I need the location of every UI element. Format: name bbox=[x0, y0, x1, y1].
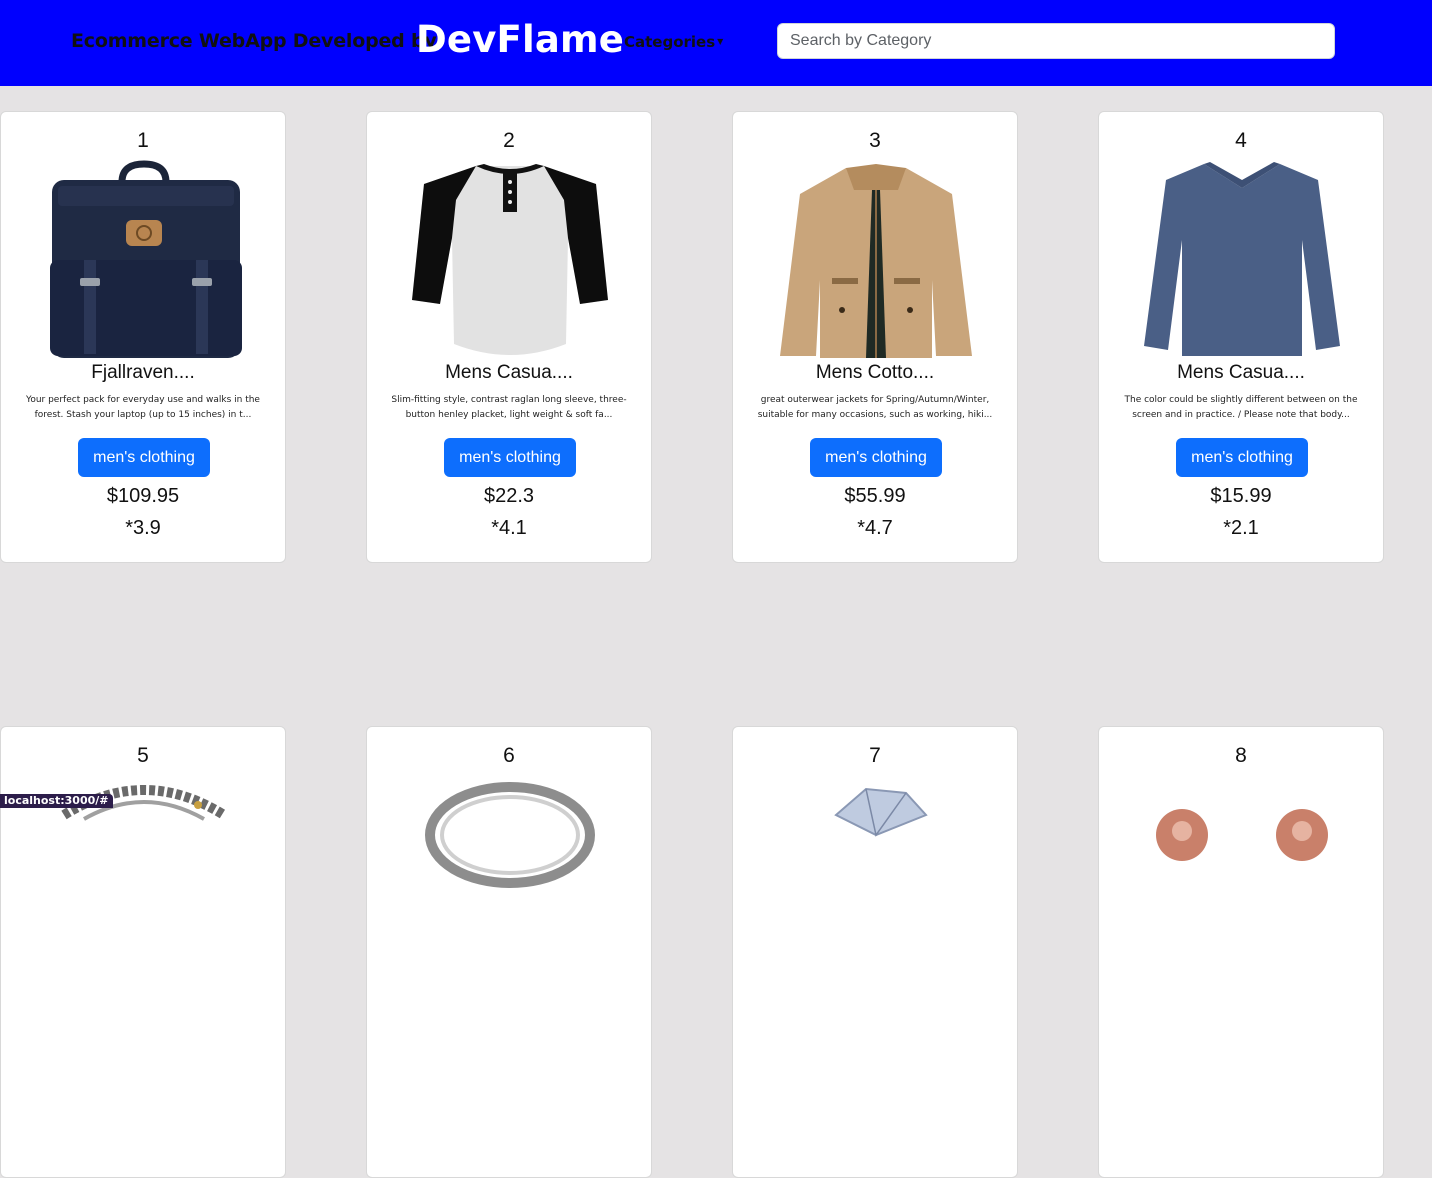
category-button[interactable]: men's clothing bbox=[810, 438, 942, 477]
ring-image bbox=[425, 782, 595, 888]
diamond-ring-image bbox=[834, 787, 928, 837]
product-rating: *2.1 bbox=[1223, 517, 1259, 539]
caret-down-icon: ▼ bbox=[717, 37, 724, 46]
product-title[interactable]: Mens Casua.... bbox=[1099, 362, 1383, 384]
product-description: great outerwear jackets for Spring/Autum… bbox=[757, 395, 993, 420]
search-input[interactable] bbox=[777, 23, 1335, 59]
product-card: 1 Fjallraven.... Your perfect pack for e… bbox=[0, 111, 286, 563]
product-rating: *4.1 bbox=[491, 517, 527, 539]
product-index: 7 bbox=[869, 744, 881, 767]
navbar: Ecommerce WebApp Developed by DevFlame C… bbox=[0, 0, 1432, 86]
product-card: 8 bbox=[1098, 726, 1384, 1178]
backpack-image bbox=[50, 160, 242, 358]
categories-label: Categories bbox=[624, 33, 716, 51]
earrings-image bbox=[1156, 809, 1328, 861]
product-price: $55.99 bbox=[844, 485, 906, 507]
product-card: 2 Mens Casua.... Slim-fitting style, con… bbox=[366, 111, 652, 563]
product-price: $109.95 bbox=[106, 485, 180, 507]
product-price: $15.99 bbox=[1210, 485, 1272, 507]
category-button[interactable]: men's clothing bbox=[1176, 438, 1308, 477]
brand-prefix: Ecommerce WebApp Developed by bbox=[71, 30, 437, 52]
product-index: 3 bbox=[869, 129, 881, 152]
product-title[interactable]: Mens Cotto.... bbox=[733, 362, 1017, 384]
product-description: The color could be slightly different be… bbox=[1124, 395, 1358, 420]
status-bar-url: localhost:3000/# bbox=[0, 794, 114, 808]
product-index: 4 bbox=[1235, 129, 1247, 152]
categories-dropdown[interactable]: Categories ▼ bbox=[624, 33, 723, 51]
product-title[interactable]: Mens Casua.... bbox=[367, 362, 651, 384]
long-sleeve-shirt-image bbox=[1144, 162, 1340, 356]
jacket-image bbox=[780, 164, 972, 358]
product-index: 8 bbox=[1235, 744, 1247, 767]
raglan-tshirt-image bbox=[412, 164, 608, 355]
product-index: 5 bbox=[137, 744, 149, 767]
product-card: 7 bbox=[732, 726, 1018, 1178]
product-description: Slim-fitting style, contrast raglan long… bbox=[391, 395, 627, 420]
product-card: 3 Mens Cotto.... great outerwear jackets… bbox=[732, 111, 1018, 563]
product-index: 6 bbox=[503, 744, 515, 767]
category-button[interactable]: men's clothing bbox=[78, 438, 210, 477]
product-price: $22.3 bbox=[483, 485, 535, 507]
product-rating: *4.7 bbox=[857, 517, 893, 539]
product-card: 4 Mens Casua.... The color could be slig… bbox=[1098, 111, 1384, 563]
product-rating: *3.9 bbox=[125, 517, 161, 539]
product-description: Your perfect pack for everyday use and w… bbox=[26, 395, 260, 420]
product-index: 2 bbox=[503, 129, 515, 152]
product-card: 6 bbox=[366, 726, 652, 1178]
product-title[interactable]: Fjallraven.... bbox=[1, 362, 285, 384]
brand-name[interactable]: DevFlame bbox=[416, 18, 624, 61]
product-index: 1 bbox=[137, 129, 149, 152]
category-button[interactable]: men's clothing bbox=[444, 438, 576, 477]
